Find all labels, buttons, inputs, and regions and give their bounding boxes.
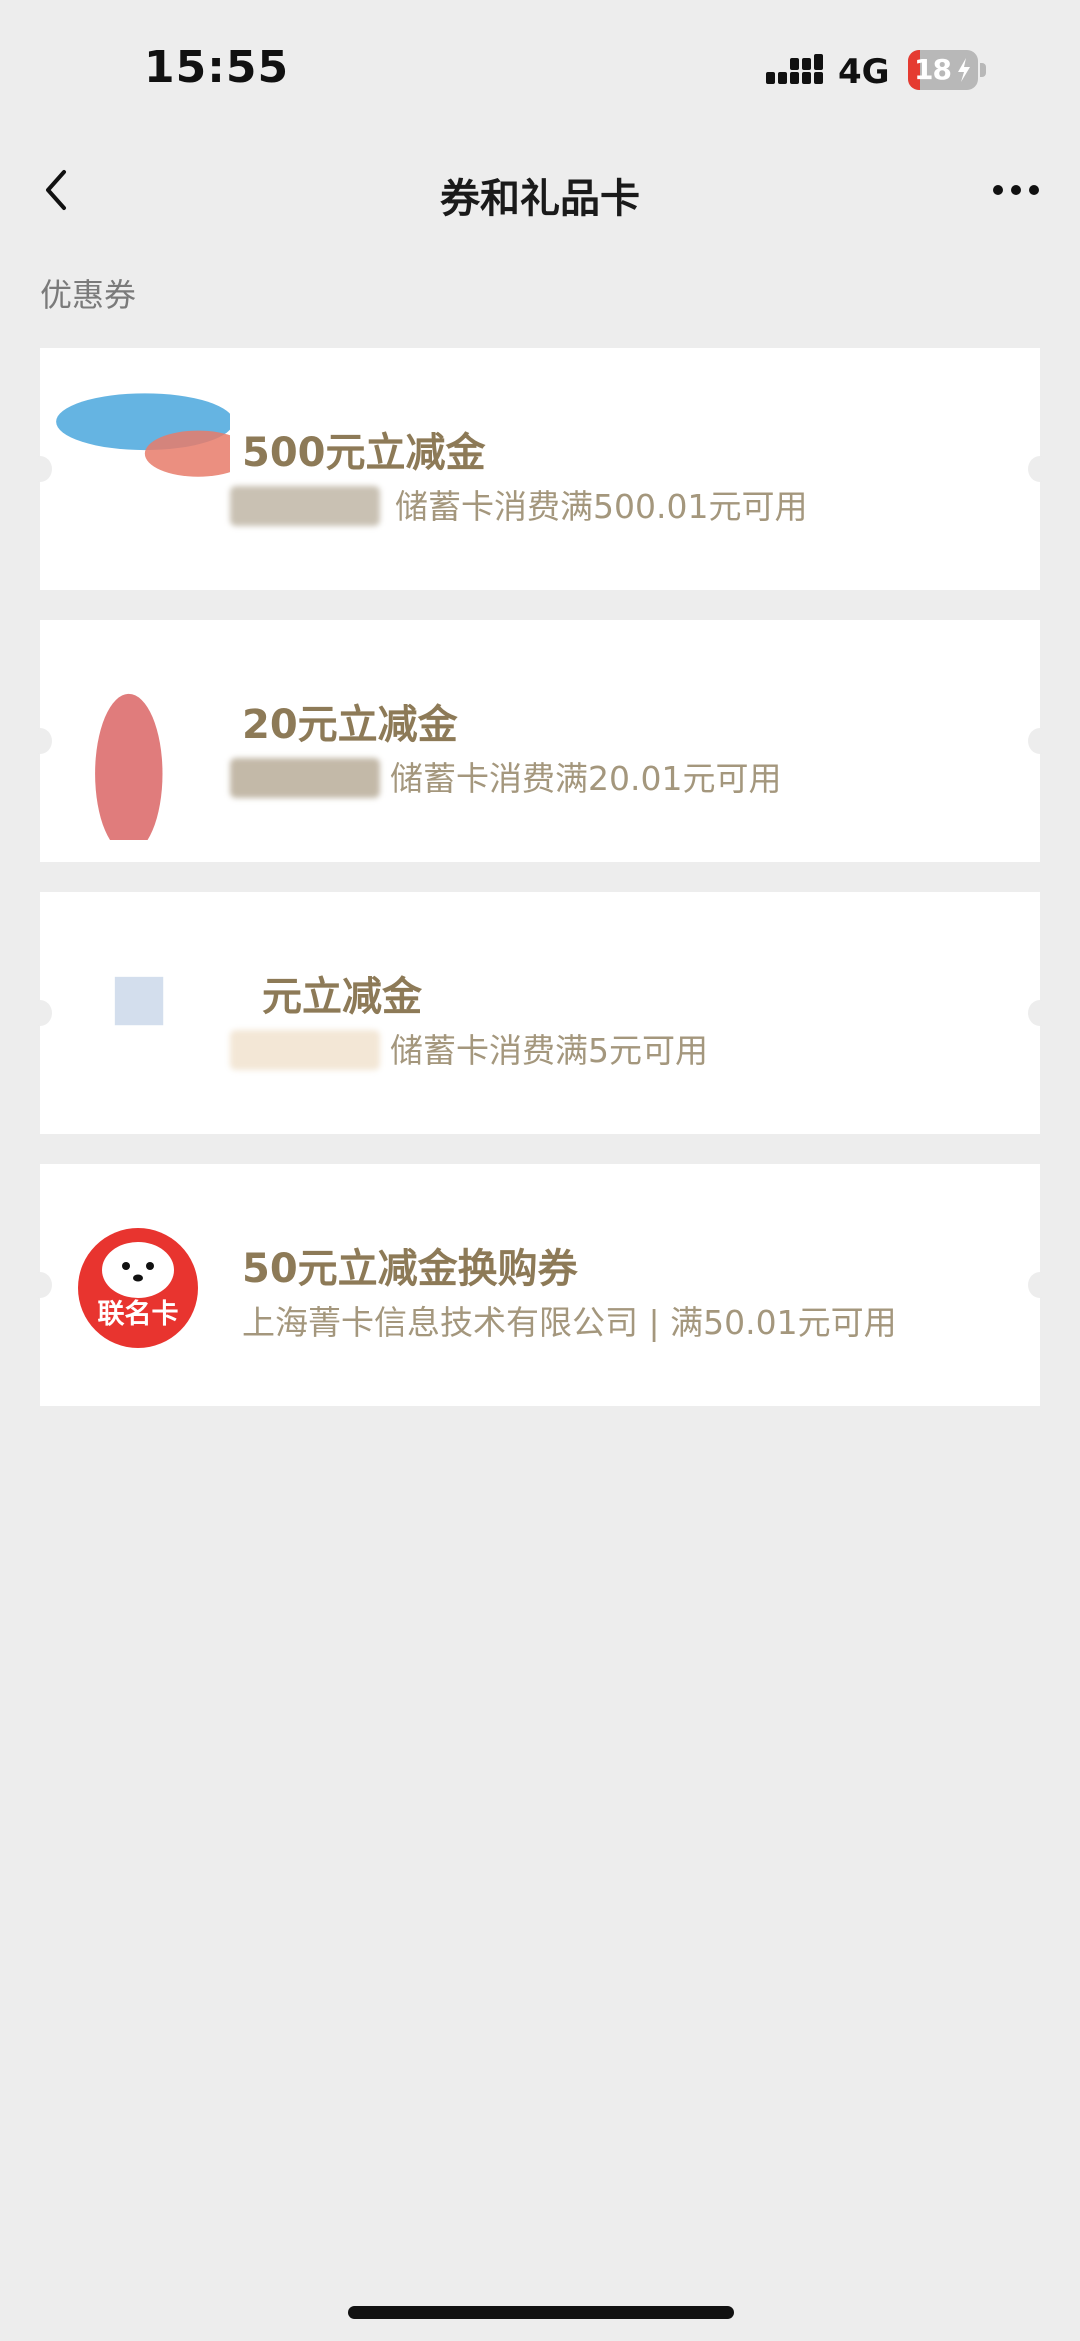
signal-bars-icon	[766, 54, 823, 84]
bank-logo-icon	[95, 693, 163, 840]
coupon-subtitle: 储蓄卡消费满20.01元可用	[390, 759, 782, 798]
coupon-subtitle: 储蓄卡消费满5元可用	[390, 1031, 708, 1070]
coupon-card[interactable]: 500元立减金 储蓄卡消费满500.01元可用	[28, 348, 1052, 590]
more-dots-icon	[993, 185, 1039, 195]
page-title: 券和礼品卡	[440, 176, 640, 222]
network-type: 4G	[838, 52, 890, 92]
joint-card-logo-icon	[78, 1228, 198, 1348]
status-time: 15:55	[144, 42, 290, 93]
home-indicator[interactable]	[348, 2306, 734, 2319]
coupon-title: 500元立减金	[242, 430, 486, 476]
section-title-coupons: 优惠券	[40, 276, 137, 314]
joint-card-logo: 联名卡	[76, 1226, 200, 1350]
battery-level: 18	[914, 53, 952, 86]
redacted-text	[230, 486, 380, 526]
coupon-list: 500元立减金 储蓄卡消费满500.01元可用 20元立减金 储蓄卡消费满20.…	[28, 348, 1052, 1436]
coupon-title: 20元立减金	[242, 702, 458, 748]
more-button[interactable]	[980, 160, 1050, 220]
redacted-text	[230, 758, 380, 798]
coupon-title: 元立减金	[262, 974, 422, 1020]
status-bar: 15:55 4G 18	[0, 0, 1080, 140]
coupon-card[interactable]: 联名卡 50元立减金换购券 上海菁卡信息技术有限公司 | 满50.01元可用	[28, 1164, 1052, 1406]
coupon-title: 50元立减金换购券	[242, 1246, 578, 1292]
bank-logo-icon	[114, 976, 164, 1026]
coupon-card[interactable]: 元立减金 储蓄卡消费满5元可用	[28, 892, 1052, 1134]
battery-charging-icon: 18	[908, 50, 986, 90]
coupon-subtitle: 上海菁卡信息技术有限公司 | 满50.01元可用	[242, 1303, 897, 1342]
coupon-card[interactable]: 20元立减金 储蓄卡消费满20.01元可用	[28, 620, 1052, 862]
redacted-text	[230, 1030, 380, 1070]
bank-logo-icon	[56, 393, 230, 477]
joint-card-logo-text: 联名卡	[97, 1299, 179, 1330]
coupon-subtitle: 储蓄卡消费满500.01元可用	[395, 487, 808, 526]
nav-bar: 券和礼品卡	[0, 140, 1080, 240]
